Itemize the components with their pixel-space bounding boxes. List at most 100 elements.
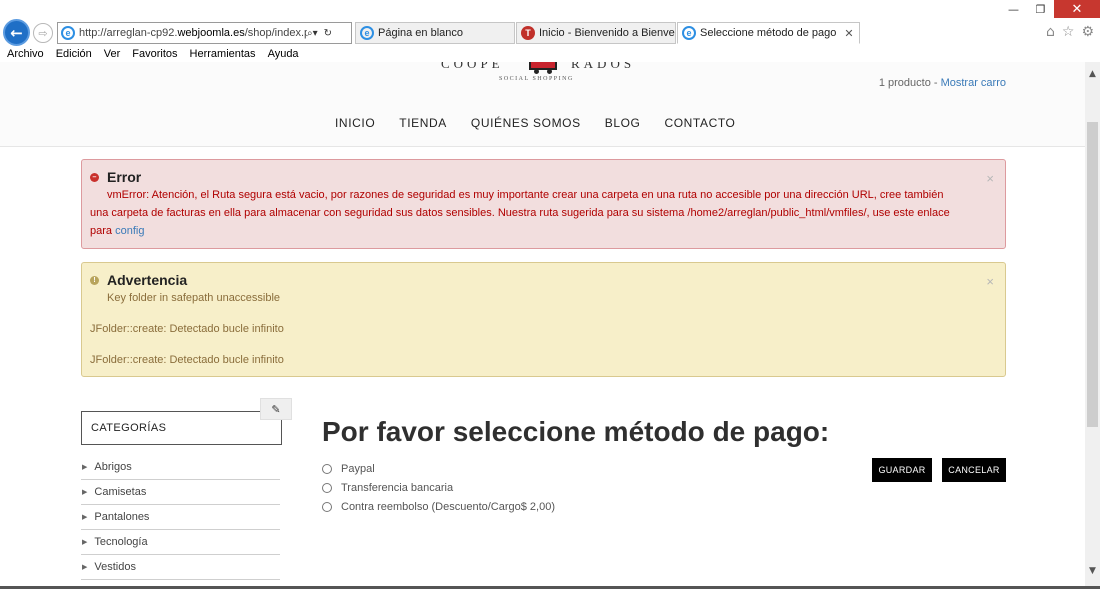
category-label: Vestidos	[94, 561, 136, 573]
settings-gear-icon[interactable]: ⚙	[1081, 24, 1094, 40]
close-error-icon[interactable]: ×	[986, 170, 994, 188]
caret-right-icon: ▶	[82, 488, 88, 496]
edit-module-icon[interactable]: ✎	[260, 398, 292, 420]
browser-chrome: — ❐ ✕ ← ⇨ e http://arreglan-cp92.webjoom…	[0, 0, 1100, 62]
page-title: Por favor seleccione método de pago:	[322, 416, 830, 447]
window-controls: — ❐ ✕	[1000, 0, 1100, 18]
site-header: COOPE RADOS SOCIAL SHOPPING 1 producto -…	[0, 62, 1085, 147]
home-icon[interactable]: ⌂	[1046, 24, 1055, 40]
cancel-button[interactable]: CANCELAR	[942, 458, 1006, 482]
tab-payment-method[interactable]: e Seleccione método de pago ✕	[677, 22, 860, 44]
categories-header: CATEGORÍAS	[81, 411, 282, 445]
radio-button[interactable]	[322, 482, 332, 493]
scroll-up-icon[interactable]: ▲	[1085, 66, 1100, 82]
category-label: Abrigos	[94, 461, 132, 473]
category-pantalones[interactable]: ▶ Pantalones	[81, 505, 280, 530]
error-title: Error	[107, 169, 142, 185]
nav-blog[interactable]: BLOG	[605, 116, 641, 130]
option-label: Paypal	[341, 462, 375, 475]
ie-icon: e	[682, 26, 696, 40]
navigation-row: ← ⇨ e http://arreglan-cp92.webjoomla.es/…	[0, 19, 1100, 46]
warning-subtitle: Key folder in safepath unaccessible	[107, 292, 281, 304]
tab-blank-page[interactable]: e Página en blanco	[355, 22, 515, 44]
site-logo[interactable]: COOPE RADOS SOCIAL SHOPPING	[441, 62, 651, 88]
close-warning-icon[interactable]: ×	[986, 273, 994, 291]
scroll-down-icon[interactable]: ▼	[1085, 563, 1100, 579]
menu-edicion[interactable]: Edición	[56, 48, 92, 60]
nav-tienda[interactable]: TIENDA	[399, 116, 447, 130]
warning-exclamation-icon: !	[90, 275, 99, 285]
logo-text-left: COOPE	[441, 62, 504, 71]
minimize-icon[interactable]: —	[1000, 0, 1027, 18]
vertical-scrollbar[interactable]: ▲ ▼	[1085, 62, 1100, 589]
radio-button[interactable]	[322, 463, 332, 474]
refresh-icon[interactable]: ↻	[324, 28, 332, 39]
option-label: Transferencia bancaria	[341, 481, 454, 494]
error-message-end: para	[90, 225, 116, 237]
restore-icon[interactable]: ❐	[1027, 0, 1054, 18]
close-window-icon[interactable]: ✕	[1054, 0, 1100, 18]
payment-option-paypal[interactable]: Paypal	[322, 459, 555, 478]
back-arrow-icon[interactable]: ←	[3, 19, 30, 46]
error-alert: – Error × vmError: Atención, el Ruta seg…	[81, 159, 1006, 249]
category-label: Tecnología	[94, 536, 148, 548]
error-message-line-1: vmError: Atención, el Ruta segura está v…	[107, 189, 944, 201]
address-bar[interactable]: e http://arreglan-cp92.webjoomla.es/shop…	[57, 22, 352, 44]
nav-quienes-somos[interactable]: QUIÉNES SOMOS	[471, 116, 581, 130]
cart-summary: 1 producto - Mostrar carro	[879, 77, 1006, 89]
menu-ver[interactable]: Ver	[104, 48, 121, 60]
payment-option-cod[interactable]: Contra reembolso (Descuento/Cargo$ 2,00)	[322, 497, 555, 516]
nav-contacto[interactable]: CONTACTO	[664, 116, 735, 130]
option-label: Contra reembolso (Descuento/Cargo$ 2,00)	[341, 500, 556, 513]
config-link[interactable]: config	[115, 225, 144, 237]
error-message: vmError: Atención, el Ruta segura está v…	[90, 186, 997, 240]
category-abrigos[interactable]: ▶ Abrigos	[81, 455, 280, 480]
tab-label: Inicio - Bienvenido a Bienvenid...	[539, 27, 675, 39]
payment-options: Paypal Transferencia bancaria Contra ree…	[322, 459, 555, 516]
caret-right-icon: ▶	[82, 513, 88, 521]
search-icon[interactable]: ⌕▾	[307, 28, 318, 39]
category-camisetas[interactable]: ▶ Camisetas	[81, 480, 280, 505]
nav-inicio[interactable]: INICIO	[335, 116, 375, 130]
warning-line-1: JFolder::create: Detectado bucle infinit…	[90, 323, 284, 335]
error-message-line-2: una carpeta de facturas en ella para alm…	[90, 207, 950, 219]
menu-ayuda[interactable]: Ayuda	[268, 48, 299, 60]
forward-arrow-icon[interactable]: ⇨	[33, 23, 53, 43]
caret-right-icon: ▶	[82, 563, 88, 571]
url-suffix: /shop/index.php?o	[244, 27, 307, 39]
save-button[interactable]: GUARDAR	[872, 458, 932, 482]
scroll-thumb[interactable]	[1087, 122, 1098, 427]
browser-toolbar-icons: ⌂ ☆ ⚙	[1046, 24, 1094, 40]
menu-favoritos[interactable]: Favoritos	[132, 48, 177, 60]
category-label: Pantalones	[94, 511, 150, 523]
page-viewport: COOPE RADOS SOCIAL SHOPPING 1 producto -…	[0, 62, 1085, 589]
cart-separator: -	[930, 77, 941, 89]
logo-text-right: RADOS	[571, 62, 636, 71]
url-domain: webjoomla.es	[177, 27, 245, 39]
warning-line-2: JFolder::create: Detectado bucle infinit…	[90, 354, 284, 366]
tab-label: Página en blanco	[378, 27, 464, 39]
payment-option-transfer[interactable]: Transferencia bancaria	[322, 478, 555, 497]
menu-bar: Archivo Edición Ver Favoritos Herramient…	[0, 46, 1100, 62]
error-minus-icon: –	[90, 172, 99, 182]
address-actions: ⌕▾ ↻	[307, 28, 332, 39]
show-cart-link[interactable]: Mostrar carro	[941, 77, 1006, 89]
url-prefix: http://arreglan-cp92.	[79, 27, 178, 39]
ie-icon: e	[61, 26, 75, 40]
warning-title: Advertencia	[107, 272, 188, 288]
error-message-line-3: para config	[90, 222, 997, 240]
category-tecnologia[interactable]: ▶ Tecnología	[81, 530, 280, 555]
favorites-star-icon[interactable]: ☆	[1062, 24, 1075, 40]
tab-inicio[interactable]: T Inicio - Bienvenido a Bienvenid...	[516, 22, 676, 44]
logo-tagline: SOCIAL SHOPPING	[499, 76, 574, 82]
tab-close-icon[interactable]: ✕	[844, 27, 853, 40]
category-vestidos[interactable]: ▶ Vestidos	[81, 555, 280, 580]
cart-logo-icon	[529, 62, 557, 74]
address-url[interactable]: http://arreglan-cp92.webjoomla.es/shop/i…	[79, 27, 307, 39]
radio-button[interactable]	[322, 501, 332, 512]
menu-archivo[interactable]: Archivo	[7, 48, 44, 60]
menu-herramientas[interactable]: Herramientas	[190, 48, 256, 60]
warning-alert: ! Advertencia × Key folder in safepath u…	[81, 262, 1006, 377]
ie-icon: e	[360, 26, 374, 40]
category-label: Camisetas	[94, 486, 147, 498]
